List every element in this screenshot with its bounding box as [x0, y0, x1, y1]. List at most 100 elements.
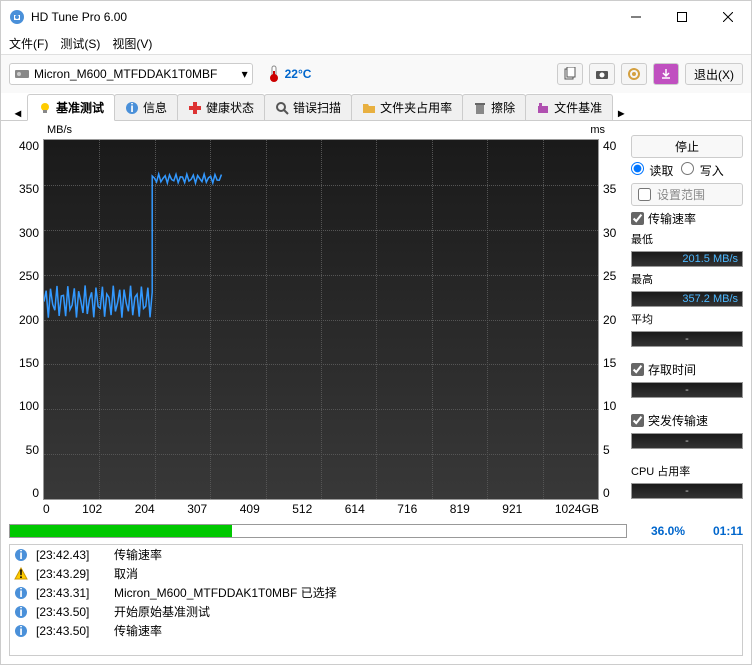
tab-error-scan[interactable]: 错误扫描 [264, 94, 352, 120]
log-message: Micron_M600_MTFDDAK1T0MBF 已选择 [114, 584, 337, 601]
gear-icon [627, 67, 641, 81]
svg-text:i: i [19, 586, 22, 600]
min-value: 201.5 MB/s [631, 251, 743, 267]
minimize-button[interactable] [613, 2, 659, 32]
progress-fill [10, 525, 232, 537]
chart-plot [43, 139, 599, 500]
progress-row: 36.0% 01:11 [1, 522, 751, 540]
log-message: 传输速率 [114, 622, 162, 639]
download-icon [659, 67, 673, 81]
svg-text:!: ! [19, 567, 23, 581]
y-axis-right: 40 35 30 25 20 15 10 5 0 [599, 127, 623, 500]
log-time: [23:43.50] [36, 624, 106, 638]
tab-info[interactable]: i 信息 [114, 94, 178, 120]
chevron-down-icon: ▾ [242, 67, 248, 81]
svg-text:i: i [19, 605, 22, 619]
file-icon [536, 101, 550, 115]
folder-icon [362, 101, 376, 115]
set-range-button[interactable]: 设置范围 [631, 183, 743, 206]
y-left-label: MB/s [47, 124, 72, 136]
thermometer-icon [267, 65, 281, 83]
log-message: 取消 [114, 565, 138, 582]
tab-file-benchmark[interactable]: 文件基准 [525, 94, 613, 120]
log-panel: i [23:42.43] 传输速率! [23:43.29] 取消 i [23:43.31] M… [9, 544, 743, 656]
menu-test[interactable]: 测试(S) [60, 35, 100, 52]
menu-file[interactable]: 文件(F) [9, 35, 48, 52]
max-label: 最高 [631, 271, 743, 287]
progress-percent: 36.0% [635, 524, 685, 538]
log-row: i [23:42.43] 传输速率 [10, 545, 742, 564]
menu-view[interactable]: 视图(V) [112, 35, 152, 52]
drive-name: Micron_M600_MTFDDAK1T0MBF [34, 67, 242, 81]
tab-benchmark[interactable]: 基准测试 [27, 94, 115, 121]
titlebar: HD Tune Pro 6.00 [1, 1, 751, 33]
window-title: HD Tune Pro 6.00 [31, 10, 613, 24]
y-axis-left: 400 350 300 250 200 150 100 50 0 [9, 127, 43, 500]
exit-button[interactable]: 退出(X) [685, 63, 743, 85]
elapsed-time: 01:11 [693, 524, 743, 538]
max-value: 357.2 MB/s [631, 291, 743, 307]
warning-icon: ! [14, 567, 28, 581]
transfer-rate-check[interactable]: 传输速率 [631, 210, 743, 227]
log-row: i [23:43.31] Micron_M600_MTFDDAK1T0MBF 已选择 [10, 583, 742, 602]
tab-erase[interactable]: 擦除 [462, 94, 526, 120]
info-icon: i [14, 624, 28, 638]
trash-icon [473, 101, 487, 115]
close-button[interactable] [705, 2, 751, 32]
screenshot-button[interactable] [589, 63, 615, 85]
svg-text:i: i [19, 624, 22, 638]
tab-health[interactable]: 健康状态 [177, 94, 265, 120]
drive-icon [14, 66, 30, 82]
temperature-value: 22°C [285, 67, 312, 81]
bulb-icon [38, 101, 52, 115]
toolbar: Micron_M600_MTFDDAK1T0MBF ▾ 22°C 退出(X) [1, 55, 751, 93]
access-time-check[interactable]: 存取时间 [631, 361, 743, 378]
copy-button[interactable] [557, 63, 583, 85]
avg-value: - [631, 331, 743, 347]
health-icon [188, 101, 202, 115]
camera-icon [595, 67, 609, 81]
cpu-label: CPU 占用率 [631, 463, 743, 479]
info-icon: i [125, 101, 139, 115]
magnifier-icon [275, 101, 289, 115]
burst-rate-check[interactable]: 突发传输速 [631, 412, 743, 429]
log-message: 传输速率 [114, 546, 162, 563]
settings-button[interactable] [621, 63, 647, 85]
log-row: i [23:43.50] 传输速率 [10, 621, 742, 640]
svg-text:i: i [19, 548, 22, 562]
progress-bar [9, 524, 627, 538]
drive-selector[interactable]: Micron_M600_MTFDDAK1T0MBF ▾ [9, 63, 253, 85]
copy-icon [563, 67, 577, 81]
log-time: [23:43.29] [36, 567, 106, 581]
tab-scroll-right[interactable]: ▸ [612, 106, 630, 120]
maximize-button[interactable] [659, 2, 705, 32]
cpu-value: - [631, 483, 743, 499]
log-row: i [23:43.50] 开始原始基准测试 [10, 602, 742, 621]
log-time: [23:43.31] [36, 586, 106, 600]
tab-bar: ◂ 基准测试 i 信息 健康状态 错误扫描 文件夹占用率 擦除 文件基准 [1, 93, 751, 121]
log-time: [23:43.50] [36, 605, 106, 619]
read-radio[interactable]: 读取 [631, 162, 673, 179]
svg-text:i: i [130, 101, 133, 115]
save-button[interactable] [653, 63, 679, 85]
x-axis: 0 102 204 307 409 512 614 716 819 921 10… [43, 500, 599, 516]
info-icon: i [14, 605, 28, 619]
app-icon [9, 9, 25, 25]
info-icon: i [14, 586, 28, 600]
avg-label: 平均 [631, 311, 743, 327]
stop-button[interactable]: 停止 [631, 135, 743, 158]
chart-panel: MB/s ms 400 350 300 250 200 150 100 50 0… [9, 127, 623, 516]
log-time: [23:42.43] [36, 548, 106, 562]
write-radio[interactable]: 写入 [681, 162, 723, 179]
min-label: 最低 [631, 231, 743, 247]
menubar: 文件(F) 测试(S) 视图(V) [1, 33, 751, 55]
temperature-display: 22°C [267, 65, 312, 83]
access-value: - [631, 382, 743, 398]
info-icon: i [14, 548, 28, 562]
tab-scroll-left[interactable]: ◂ [9, 106, 27, 120]
log-message: 开始原始基准测试 [114, 603, 210, 620]
y-right-label: ms [590, 124, 605, 136]
stats-panel: 停止 读取 写入 设置范围 传输速率 最低 201.5 MB/s 最高 357.… [631, 127, 743, 516]
tab-folder-usage[interactable]: 文件夹占用率 [351, 94, 463, 120]
log-row: ! [23:43.29] 取消 [10, 564, 742, 583]
